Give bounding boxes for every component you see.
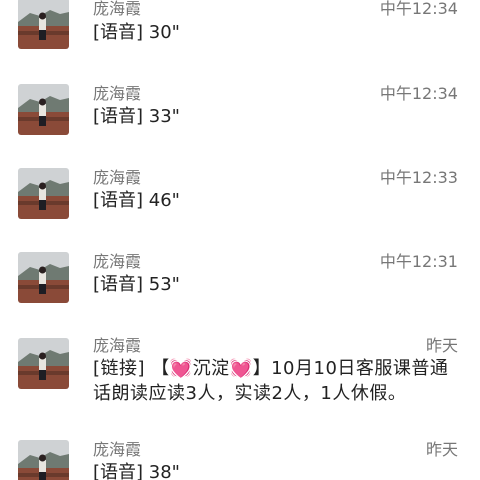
avatar[interactable]	[18, 0, 69, 49]
landscape-photo-avatar-icon	[18, 84, 69, 135]
sender-name: 庞海霞	[93, 336, 142, 355]
avatar[interactable]	[18, 252, 69, 303]
landscape-photo-avatar-icon	[18, 440, 69, 480]
avatar[interactable]	[18, 440, 69, 480]
message-time: 中午12:31	[379, 252, 458, 271]
message-preview: [语音] 46"	[93, 190, 180, 211]
message-time: 中午12:33	[379, 168, 458, 187]
landscape-photo-avatar-icon	[18, 252, 69, 303]
landscape-photo-avatar-icon	[18, 0, 69, 49]
message-preview: [语音] 53"	[93, 274, 180, 295]
message-row[interactable]: 庞海霞 中午12:34 [语音] 33"	[0, 84, 480, 144]
message-time: 中午12:34	[379, 84, 458, 103]
sender-name: 庞海霞	[93, 252, 142, 271]
message-preview: [链接] 【💓沉淀💓】10月10日客服课普通话朗读应读3人，实读2人，1人休假。	[93, 358, 449, 404]
message-preview: [语音] 33"	[93, 106, 180, 127]
landscape-photo-avatar-icon	[18, 168, 69, 219]
message-preview: [语音] 38"	[93, 462, 180, 480]
avatar[interactable]	[18, 168, 69, 219]
landscape-photo-avatar-icon	[18, 338, 69, 389]
avatar[interactable]	[18, 84, 69, 135]
message-preview: [语音] 30"	[93, 22, 180, 43]
chat-message-list: 庞海霞 中午12:34 [语音] 30" 庞海霞 中午12:34 [语音] 33…	[0, 0, 480, 480]
message-time: 昨天	[425, 440, 458, 459]
message-time: 中午12:34	[379, 0, 458, 18]
message-row[interactable]: 庞海霞 昨天 [语音] 38"	[0, 440, 480, 480]
sender-name: 庞海霞	[93, 440, 142, 459]
sender-name: 庞海霞	[93, 0, 142, 18]
message-row[interactable]: 庞海霞 昨天 [链接] 【💓沉淀💓】10月10日客服课普通话朗读应读3人，实读2…	[0, 336, 480, 416]
message-row[interactable]: 庞海霞 中午12:34 [语音] 30"	[0, 0, 480, 60]
avatar[interactable]	[18, 338, 69, 389]
message-row[interactable]: 庞海霞 中午12:31 [语音] 53"	[0, 252, 480, 312]
message-time: 昨天	[425, 336, 458, 355]
message-row[interactable]: 庞海霞 中午12:33 [语音] 46"	[0, 168, 480, 228]
sender-name: 庞海霞	[93, 168, 142, 187]
sender-name: 庞海霞	[93, 84, 142, 103]
